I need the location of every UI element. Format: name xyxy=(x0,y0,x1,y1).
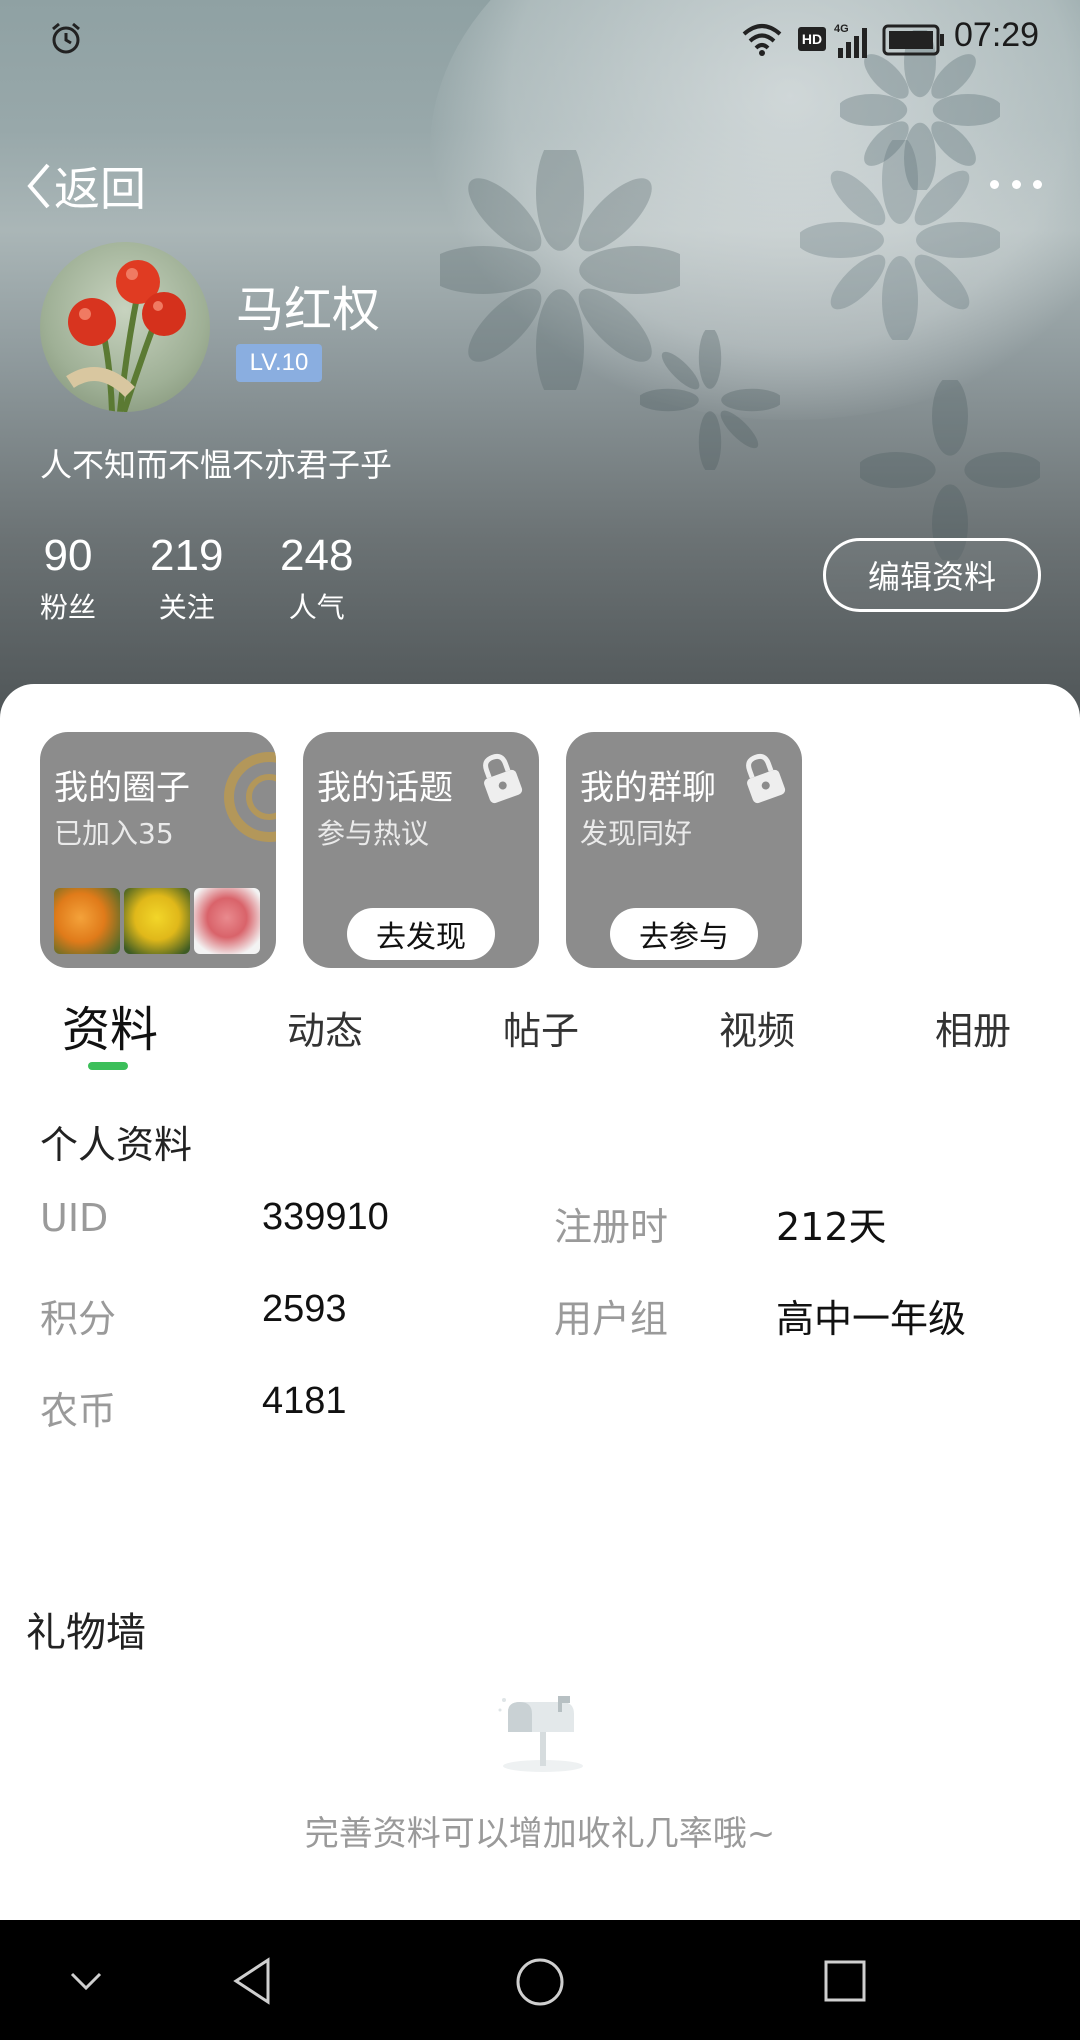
card-title: 我的群聊 xyxy=(580,768,716,808)
nav-recent-icon[interactable] xyxy=(822,1958,868,2004)
mailbox-icon xyxy=(498,1696,583,1772)
status-time: 07:29 xyxy=(954,16,1040,54)
card-title: 我的话题 xyxy=(317,768,453,808)
level-badge: LV.10 xyxy=(236,344,322,382)
info-value-uid: 339910 xyxy=(262,1196,389,1238)
edit-profile-button[interactable]: 编辑资料 xyxy=(823,538,1041,612)
info-label-coins: 农币 xyxy=(40,1389,117,1433)
card-subtitle: 已加入35 xyxy=(54,817,174,850)
tab-album[interactable]: 相册 xyxy=(935,1000,1011,1055)
circle-thumbnails xyxy=(54,888,260,954)
stat-value: 90 xyxy=(43,531,93,580)
hd-badge: HD xyxy=(798,27,826,51)
lock-icon xyxy=(746,753,786,804)
stat-popularity[interactable]: 248 人气 xyxy=(280,530,353,626)
personal-info-title: 个人资料 xyxy=(40,1123,193,1167)
status-bar: HD 4G 07:29 xyxy=(0,0,1080,76)
back-label: 返回 xyxy=(54,162,146,216)
avatar-image xyxy=(66,260,186,412)
info-value-registered: 212天 xyxy=(776,1205,887,1249)
battery-icon xyxy=(882,24,944,56)
avatar[interactable] xyxy=(40,242,210,412)
join-button[interactable]: 去参与 xyxy=(610,908,758,960)
back-button[interactable]: 返回 xyxy=(24,158,146,216)
tab-videos[interactable]: 视频 xyxy=(719,1000,795,1055)
lock-icon xyxy=(483,753,523,804)
profile-content: 我的圈子 已加入35 我的话题 参与热议 去发现 我的群聊 发现同好 去参与 资… xyxy=(0,684,1080,1920)
more-icon[interactable] xyxy=(990,166,1042,202)
stat-label: 人气 xyxy=(288,591,345,624)
back-chevron-icon xyxy=(27,163,50,209)
info-value-coins: 4181 xyxy=(262,1380,347,1422)
tab-info[interactable]: 资料 xyxy=(62,990,158,1060)
stat-label: 关注 xyxy=(158,591,215,624)
info-value-points: 2593 xyxy=(262,1288,347,1330)
system-nav-bar xyxy=(0,1920,1080,2040)
info-label-user-group: 用户组 xyxy=(554,1297,669,1341)
user-name: 马红权 xyxy=(236,282,381,338)
stat-value: 248 xyxy=(280,531,354,580)
stat-following[interactable]: 219 关注 xyxy=(150,530,223,626)
flower-decoration xyxy=(860,380,1040,560)
info-label-points: 积分 xyxy=(40,1297,117,1341)
stat-label: 粉丝 xyxy=(40,591,97,624)
flower-decoration xyxy=(800,140,1000,340)
svg-text:4G: 4G xyxy=(834,23,849,35)
stat-fans[interactable]: 90 粉丝 xyxy=(40,530,96,626)
info-value-user-group: 高中一年级 xyxy=(776,1297,967,1341)
card-my-topics[interactable]: 我的话题 参与热议 去发现 xyxy=(303,732,539,968)
nav-back-icon[interactable] xyxy=(230,1956,274,2006)
card-subtitle: 参与热议 xyxy=(317,817,430,850)
signal-icon: 4G xyxy=(834,23,867,58)
nav-down-icon[interactable] xyxy=(66,1966,106,1996)
card-title: 我的圈子 xyxy=(54,768,190,808)
tab-activity[interactable]: 动态 xyxy=(287,1000,363,1055)
circle-thumbnail xyxy=(54,888,120,954)
alarm-icon xyxy=(52,22,80,54)
info-label-registered: 注册时 xyxy=(554,1205,669,1249)
stat-value: 219 xyxy=(150,531,224,580)
wifi-icon xyxy=(742,24,782,56)
card-my-groups[interactable]: 我的群聊 发现同好 去参与 xyxy=(566,732,802,968)
tab-active-indicator xyxy=(88,1062,128,1070)
discover-button[interactable]: 去发现 xyxy=(347,908,495,960)
flower-decoration xyxy=(640,330,780,470)
nav-home-icon[interactable] xyxy=(514,1956,566,2008)
info-label-uid: UID xyxy=(40,1196,109,1240)
tab-posts[interactable]: 帖子 xyxy=(503,1000,579,1055)
card-subtitle: 发现同好 xyxy=(580,817,693,850)
card-my-circles[interactable]: 我的圈子 已加入35 xyxy=(40,732,276,968)
user-signature: 人不知而不愠不亦君子乎 xyxy=(40,446,393,484)
circle-thumbnail xyxy=(124,888,190,954)
circle-thumbnail xyxy=(194,888,260,954)
profile-tabs: 资料 动态 帖子 视频 相册 xyxy=(0,994,1080,1094)
gift-wall-tip: 完善资料可以增加收礼几率哦~ xyxy=(304,1814,776,1854)
gift-wall-title: 礼物墙 xyxy=(26,1610,146,1656)
